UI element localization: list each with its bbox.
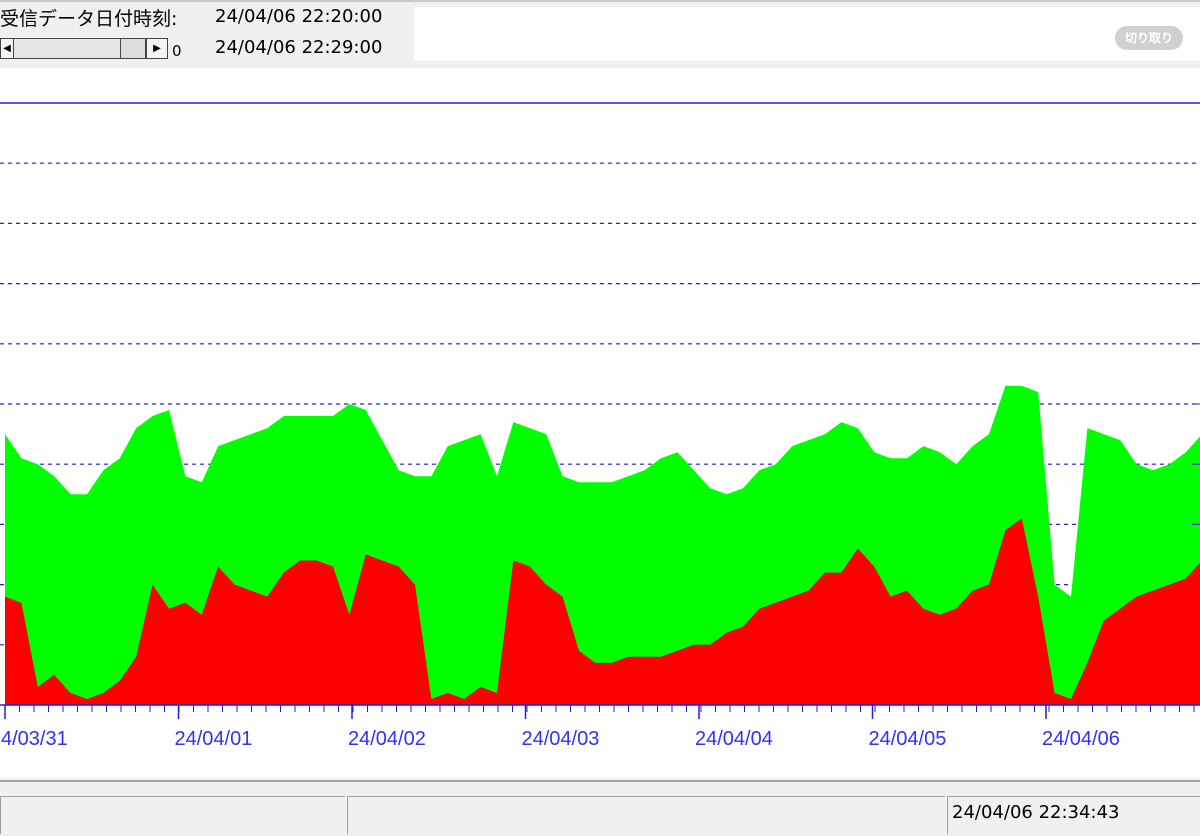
x-tick-label: 24/04/06 <box>1042 728 1120 750</box>
time-range-end: 24/04/06 22:29:00 <box>215 37 383 58</box>
x-tick-label: 24/04/04 <box>695 728 773 750</box>
x-tick-label: 4/03/31 <box>1 728 68 750</box>
header-panel: 受信データ日付時刻: 24/04/06 22:20:00 24/04/06 22… <box>0 0 1200 68</box>
chart-area: 4/03/31 24/04/01 24/04/02 24/04/03 24/04/04 2… <box>0 68 1200 778</box>
scrollbar-thumb[interactable] <box>120 38 146 59</box>
status-pane-middle <box>347 796 945 834</box>
top-edge <box>0 0 1200 2</box>
time-series-chart: 4/03/31 24/04/01 24/04/02 24/04/03 24/04/04 2… <box>0 102 1200 750</box>
x-tick-label: 24/04/05 <box>869 728 947 750</box>
status-pane-left <box>0 796 345 834</box>
scroll-right-button[interactable]: ▶ <box>146 38 168 59</box>
status-clock: 24/04/06 22:34:43 <box>952 802 1120 823</box>
time-range-start: 24/04/06 22:20:00 <box>215 6 383 27</box>
cut-button[interactable]: 切り取り <box>1115 26 1183 50</box>
received-datetime-label: 受信データ日付時刻: <box>0 8 178 30</box>
status-pane-clock: 24/04/06 22:34:43 <box>947 796 1200 834</box>
x-tick-label: 24/04/02 <box>348 728 426 750</box>
scroll-left-button[interactable]: ◀ <box>0 38 14 59</box>
status-bar: 24/04/06 22:34:43 <box>0 780 1200 836</box>
x-tick-label: 24/04/03 <box>522 728 600 750</box>
x-tick-label: 24/04/01 <box>175 728 253 750</box>
scroll-value-label: 0 <box>172 42 182 60</box>
scrollbar-track[interactable] <box>14 38 120 59</box>
message-area <box>414 7 1200 61</box>
